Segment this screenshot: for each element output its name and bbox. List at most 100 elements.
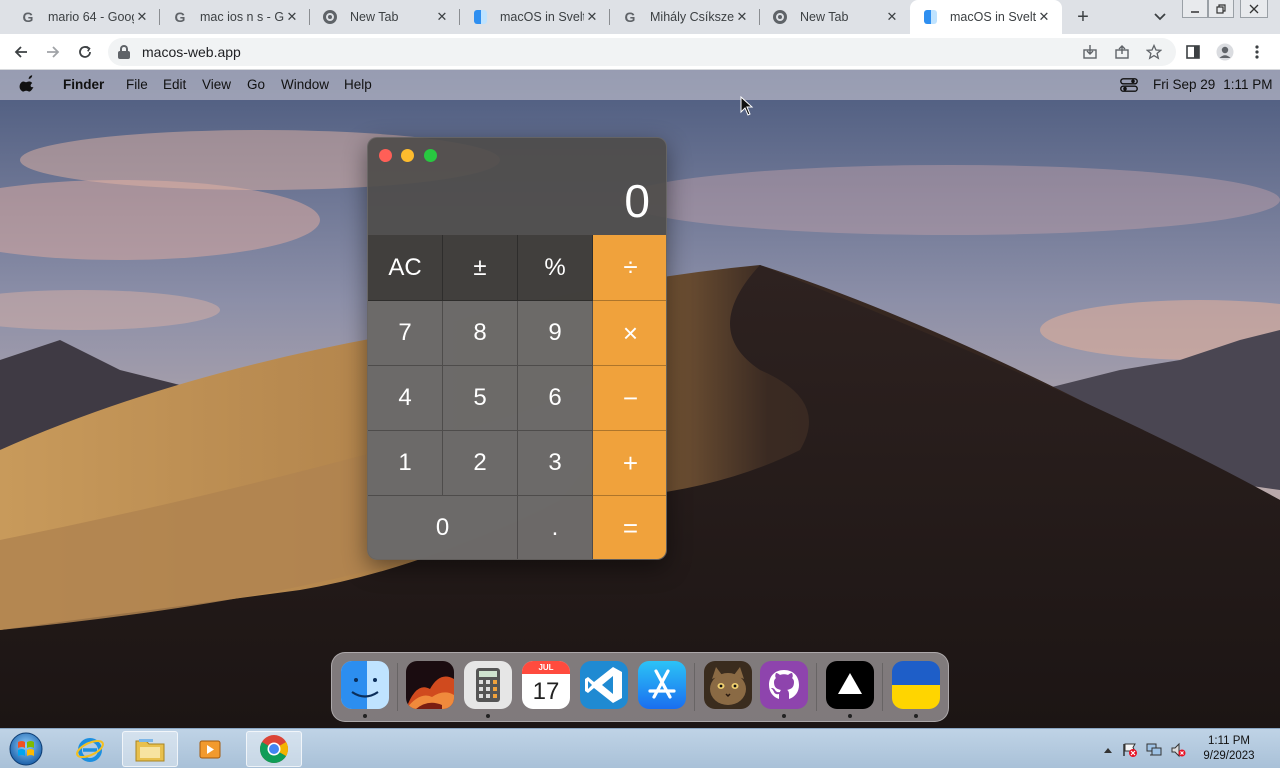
vercel-icon[interactable] bbox=[826, 661, 874, 709]
eight-button[interactable]: 8 bbox=[443, 301, 518, 366]
control-center-icon[interactable] bbox=[1120, 78, 1138, 92]
file-explorer-button[interactable] bbox=[122, 731, 178, 767]
browser-tab[interactable]: G Mihály Csíkszen ✕ bbox=[610, 0, 760, 34]
ukraine-icon[interactable] bbox=[892, 661, 940, 709]
forward-button[interactable] bbox=[40, 39, 66, 65]
browser-tab[interactable]: G mac ios n s - Go ✕ bbox=[160, 0, 310, 34]
percent-button[interactable]: % bbox=[518, 235, 593, 301]
browser-tab-active[interactable]: macOS in Svelte ✕ bbox=[910, 0, 1062, 34]
taskbar-clock[interactable]: 1:11 PM 9/29/2023 bbox=[1196, 734, 1262, 764]
minimize-window-dot[interactable] bbox=[401, 149, 414, 162]
close-tab-icon[interactable]: ✕ bbox=[734, 9, 750, 25]
menu-window[interactable]: Window bbox=[281, 77, 329, 92]
wallpapers-icon[interactable] bbox=[406, 661, 454, 709]
share-icon[interactable] bbox=[1112, 42, 1132, 62]
menubar-time: 1:11 PM bbox=[1223, 77, 1273, 92]
three-button[interactable]: 3 bbox=[518, 431, 593, 496]
restore-window-button[interactable] bbox=[1208, 0, 1234, 18]
menu-app-name[interactable]: Finder bbox=[63, 77, 104, 92]
six-button[interactable]: 6 bbox=[518, 366, 593, 431]
volume-muted-icon[interactable] bbox=[1170, 742, 1186, 758]
menu-view[interactable]: View bbox=[202, 77, 231, 92]
new-tab-button[interactable]: + bbox=[1072, 6, 1094, 28]
chrome-icon bbox=[772, 9, 788, 25]
show-hidden-icons-icon[interactable] bbox=[1100, 742, 1116, 758]
cat-icon[interactable] bbox=[704, 661, 752, 709]
apple-logo-icon[interactable] bbox=[18, 75, 38, 95]
close-window-button[interactable] bbox=[1240, 0, 1268, 18]
minimize-window-button[interactable] bbox=[1182, 0, 1208, 18]
finder-icon[interactable] bbox=[341, 661, 389, 709]
lock-icon[interactable] bbox=[118, 45, 130, 59]
back-button[interactable] bbox=[8, 39, 34, 65]
tab-search-button[interactable] bbox=[1150, 7, 1170, 27]
windows-taskbar: 1:11 PM 9/29/2023 bbox=[0, 728, 1280, 768]
ac-button[interactable]: AC bbox=[368, 235, 443, 301]
windows-start-icon[interactable] bbox=[6, 730, 46, 768]
browser-tab[interactable]: New Tab ✕ bbox=[310, 0, 460, 34]
dock-separator bbox=[397, 663, 398, 711]
decimal-button[interactable]: . bbox=[518, 496, 593, 559]
close-tab-icon[interactable]: ✕ bbox=[134, 9, 150, 25]
four-button[interactable]: 4 bbox=[368, 366, 443, 431]
multiply-button[interactable]: × bbox=[593, 301, 666, 366]
network-icon[interactable] bbox=[1146, 742, 1162, 758]
menubar-clock[interactable]: Fri Sep 29 1:11 PM bbox=[1153, 77, 1273, 92]
close-tab-icon[interactable]: ✕ bbox=[284, 9, 300, 25]
internet-explorer-button[interactable] bbox=[62, 731, 118, 767]
bookmark-star-icon[interactable] bbox=[1144, 42, 1164, 62]
plus-minus-button[interactable]: ± bbox=[443, 235, 518, 301]
maximize-window-dot[interactable] bbox=[424, 149, 437, 162]
close-tab-icon[interactable]: ✕ bbox=[584, 9, 600, 25]
dock-separator bbox=[694, 663, 695, 711]
taskbar-date: 9/29/2023 bbox=[1203, 750, 1255, 762]
minus-button[interactable]: − bbox=[593, 366, 666, 431]
address-bar[interactable]: macos-web.app bbox=[108, 38, 1176, 66]
back-arrow-icon bbox=[14, 46, 27, 58]
menu-file[interactable]: File bbox=[126, 77, 148, 92]
menu-help[interactable]: Help bbox=[344, 77, 372, 92]
browser-tab[interactable]: macOS in Svelte ✕ bbox=[460, 0, 610, 34]
calculator-icon[interactable] bbox=[464, 661, 512, 709]
running-indicator bbox=[914, 714, 918, 718]
five-button[interactable]: 5 bbox=[443, 366, 518, 431]
close-tab-icon[interactable]: ✕ bbox=[434, 9, 450, 25]
close-window-dot[interactable] bbox=[379, 149, 392, 162]
divide-button[interactable]: ÷ bbox=[593, 235, 666, 301]
install-app-icon[interactable] bbox=[1080, 42, 1100, 62]
chrome-menu-button[interactable] bbox=[1246, 41, 1268, 63]
reload-button[interactable] bbox=[72, 39, 98, 65]
running-indicator bbox=[363, 714, 367, 718]
vscode-icon[interactable] bbox=[580, 661, 628, 709]
google-icon: G bbox=[624, 9, 636, 25]
two-button[interactable]: 2 bbox=[443, 431, 518, 496]
finder-icon bbox=[472, 9, 488, 25]
profile-button[interactable] bbox=[1214, 41, 1236, 63]
close-tab-icon[interactable]: ✕ bbox=[884, 9, 900, 25]
plus-button[interactable]: + bbox=[593, 431, 666, 496]
calendar-icon[interactable]: JUL 17 bbox=[522, 661, 570, 709]
calculator-display: 0 bbox=[624, 175, 650, 227]
menu-edit[interactable]: Edit bbox=[163, 77, 186, 92]
action-center-icon[interactable] bbox=[1122, 742, 1138, 758]
one-button[interactable]: 1 bbox=[368, 431, 443, 496]
browser-tab[interactable]: New Tab ✕ bbox=[760, 0, 910, 34]
equals-button[interactable]: = bbox=[593, 496, 666, 559]
macos-menubar: Finder File Edit View Go Window Help Fri… bbox=[0, 70, 1280, 100]
app-store-icon[interactable] bbox=[638, 661, 686, 709]
github-icon[interactable] bbox=[760, 661, 808, 709]
nine-button[interactable]: 9 bbox=[518, 301, 593, 366]
menu-go[interactable]: Go bbox=[247, 77, 265, 92]
chevron-down-icon bbox=[1154, 13, 1166, 21]
browser-tab[interactable]: G mario 64 - Goog ✕ bbox=[8, 0, 160, 34]
chrome-taskbar-button[interactable] bbox=[246, 731, 302, 767]
side-panel-button[interactable] bbox=[1182, 41, 1204, 63]
close-tab-icon[interactable]: ✕ bbox=[1036, 9, 1052, 25]
tab-title: mario 64 - Goog bbox=[48, 10, 134, 24]
zero-button[interactable]: 0 bbox=[368, 496, 518, 559]
url-text[interactable]: macos-web.app bbox=[142, 44, 241, 60]
media-player-button[interactable] bbox=[182, 731, 238, 767]
calculator-window: 0 AC ± % ÷ 7 8 9 × 4 5 6 − 1 2 3 + 0 . = bbox=[367, 137, 667, 560]
seven-button[interactable]: 7 bbox=[368, 301, 443, 366]
google-icon: G bbox=[22, 9, 34, 25]
